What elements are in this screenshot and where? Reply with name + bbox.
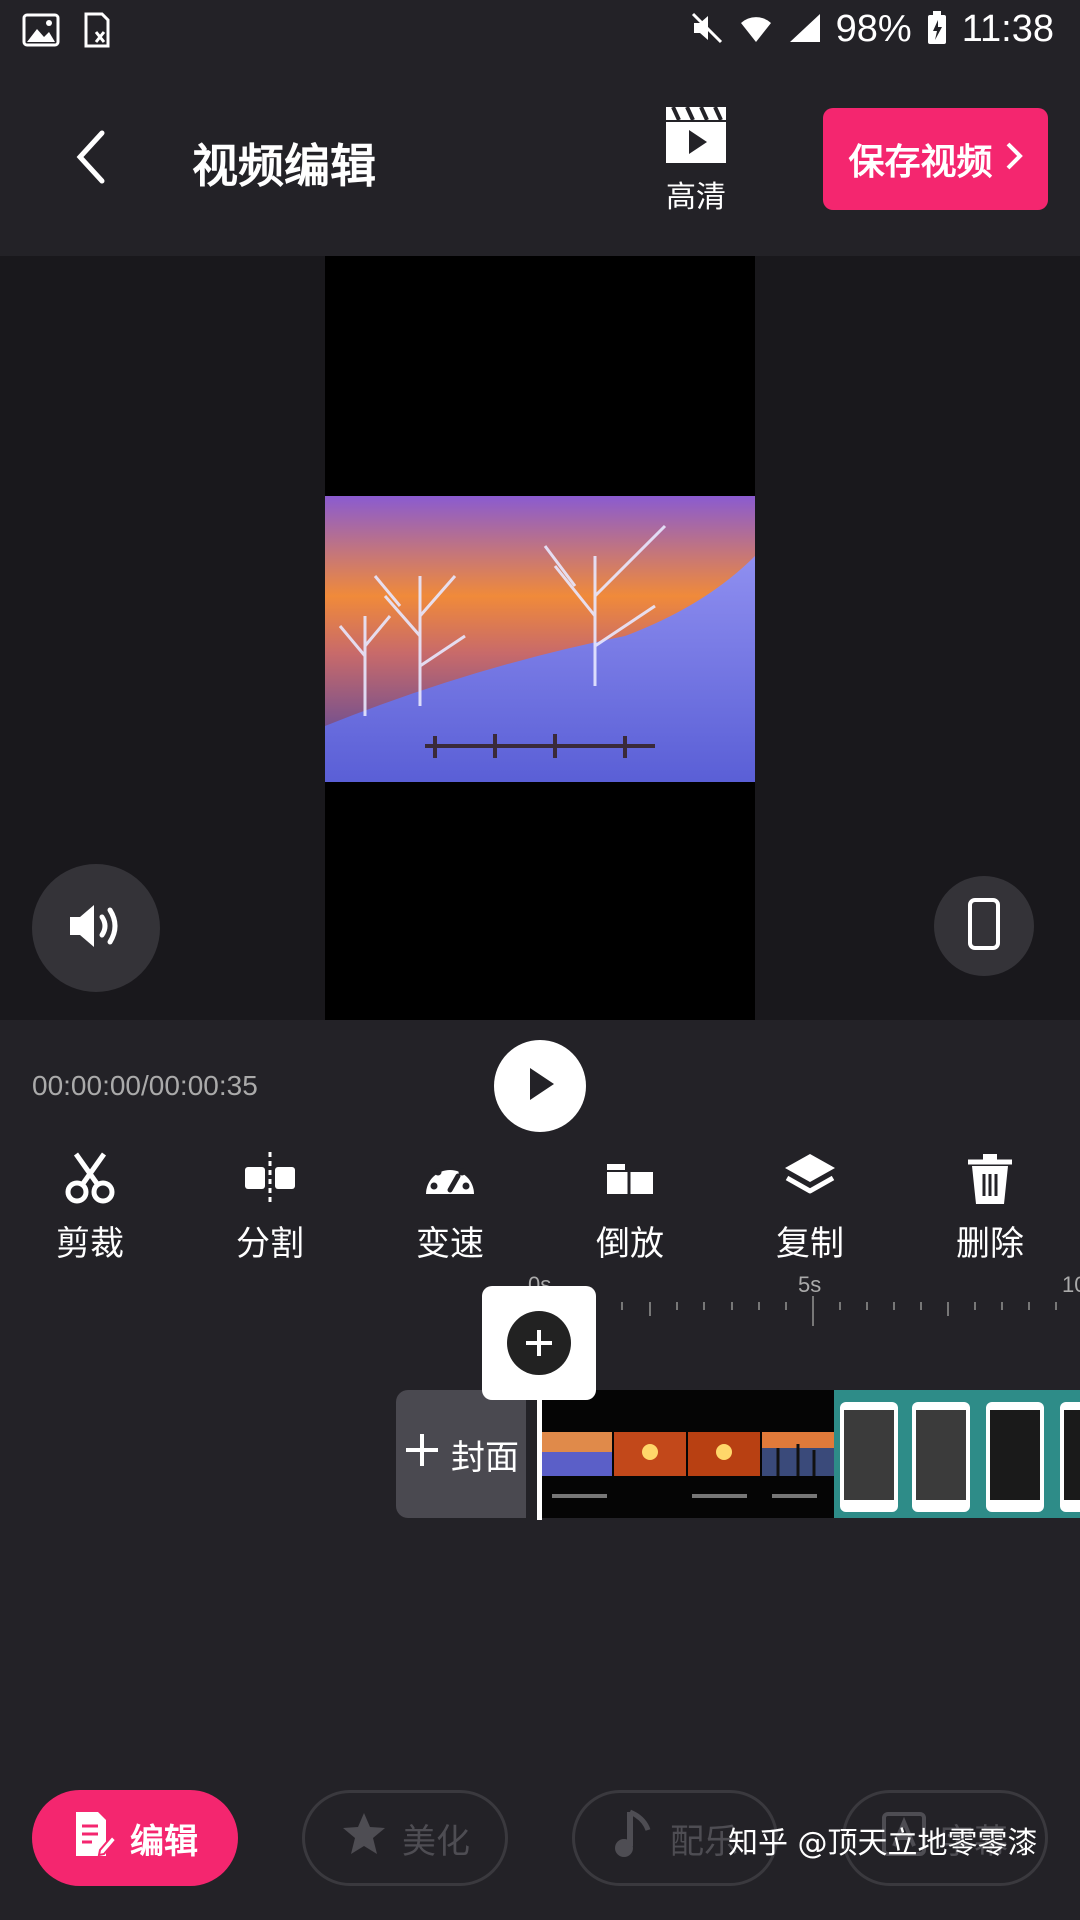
status-bar: 98% 11:38 bbox=[0, 0, 1080, 62]
reverse-icon bbox=[602, 1150, 658, 1206]
signal-icon bbox=[788, 12, 822, 48]
gallery-icon bbox=[22, 13, 60, 51]
scissors-icon bbox=[62, 1150, 118, 1206]
tool-split[interactable]: 分割 bbox=[210, 1150, 330, 1265]
add-clip-button[interactable] bbox=[482, 1286, 596, 1400]
tool-label: 分割 bbox=[236, 1224, 304, 1264]
tool-label: 删除 bbox=[956, 1224, 1024, 1264]
tool-speed[interactable]: 变速 bbox=[390, 1150, 510, 1265]
clip-thumbnail bbox=[986, 1402, 1044, 1512]
wifi-icon bbox=[738, 12, 774, 48]
plus-icon bbox=[403, 1431, 441, 1478]
nav-label: 编辑 bbox=[130, 1821, 198, 1862]
clip-thumbnail bbox=[1060, 1402, 1080, 1512]
portrait-phone-icon bbox=[967, 897, 1001, 955]
edit-doc-icon bbox=[72, 1810, 118, 1867]
watermark: 知乎 @顶天立地零零漆 bbox=[728, 1826, 1038, 1861]
clip-thumbnail bbox=[912, 1402, 970, 1512]
tool-reverse[interactable]: 倒放 bbox=[570, 1150, 690, 1265]
tool-label: 复制 bbox=[776, 1224, 844, 1264]
cover-label: 封面 bbox=[451, 1437, 519, 1478]
back-button[interactable] bbox=[70, 124, 130, 194]
clock: 11:38 bbox=[961, 8, 1054, 50]
add-cover-button[interactable]: 封面 bbox=[396, 1390, 526, 1518]
clapperboard-icon bbox=[665, 106, 727, 164]
top-bar: 视频编辑 高清 保存视频 bbox=[0, 62, 1080, 252]
layers-icon bbox=[782, 1150, 838, 1206]
timeline-clip-1[interactable] bbox=[542, 1390, 834, 1518]
volume-button[interactable] bbox=[32, 864, 160, 992]
nav-beautify[interactable]: 美化 bbox=[302, 1790, 508, 1886]
sim-card-icon bbox=[82, 12, 112, 52]
play-icon bbox=[522, 1064, 558, 1108]
save-video-button[interactable]: 保存视频 bbox=[823, 108, 1048, 210]
music-note-icon bbox=[612, 1808, 656, 1869]
nav-edit[interactable]: 编辑 bbox=[32, 1790, 238, 1886]
speedometer-icon bbox=[422, 1150, 478, 1206]
play-button[interactable] bbox=[494, 1040, 586, 1132]
split-icon bbox=[242, 1150, 298, 1206]
page-title: 视频编辑 bbox=[192, 139, 376, 193]
nav-label: 美化 bbox=[402, 1821, 470, 1862]
preview-image-snow-sunset bbox=[325, 496, 755, 782]
star-icon bbox=[340, 1810, 388, 1867]
video-preview[interactable] bbox=[0, 256, 1080, 1020]
trash-icon bbox=[962, 1150, 1018, 1206]
tool-label: 剪裁 bbox=[56, 1224, 124, 1264]
battery-charging-icon bbox=[926, 10, 948, 50]
aspect-ratio-button[interactable] bbox=[934, 876, 1034, 976]
timeline-clip-2[interactable] bbox=[834, 1390, 1080, 1518]
save-video-label: 保存视频 bbox=[848, 142, 993, 183]
tool-label: 变速 bbox=[416, 1224, 484, 1264]
hd-label: 高清 bbox=[666, 180, 726, 215]
chevron-right-icon bbox=[1005, 139, 1023, 180]
tool-label: 倒放 bbox=[596, 1224, 664, 1264]
edit-toolbar: 剪裁 分割 变速 倒放 复制 删除 bbox=[0, 1150, 1080, 1270]
tool-duplicate[interactable]: 复制 bbox=[750, 1150, 870, 1265]
speaker-icon bbox=[66, 901, 126, 955]
clip-thumbnail bbox=[840, 1402, 898, 1512]
mute-icon bbox=[690, 11, 724, 49]
battery-percent: 98% bbox=[835, 8, 912, 50]
add-circle-icon bbox=[507, 1311, 571, 1375]
timecode: 00:00:00/00:00:35 bbox=[32, 1070, 258, 1101]
tool-delete[interactable]: 删除 bbox=[930, 1150, 1050, 1265]
tool-crop[interactable]: 剪裁 bbox=[30, 1150, 150, 1265]
chevron-left-icon bbox=[70, 127, 110, 191]
playhead[interactable] bbox=[537, 1396, 542, 1520]
hd-quality-button[interactable]: 高清 bbox=[660, 106, 732, 216]
